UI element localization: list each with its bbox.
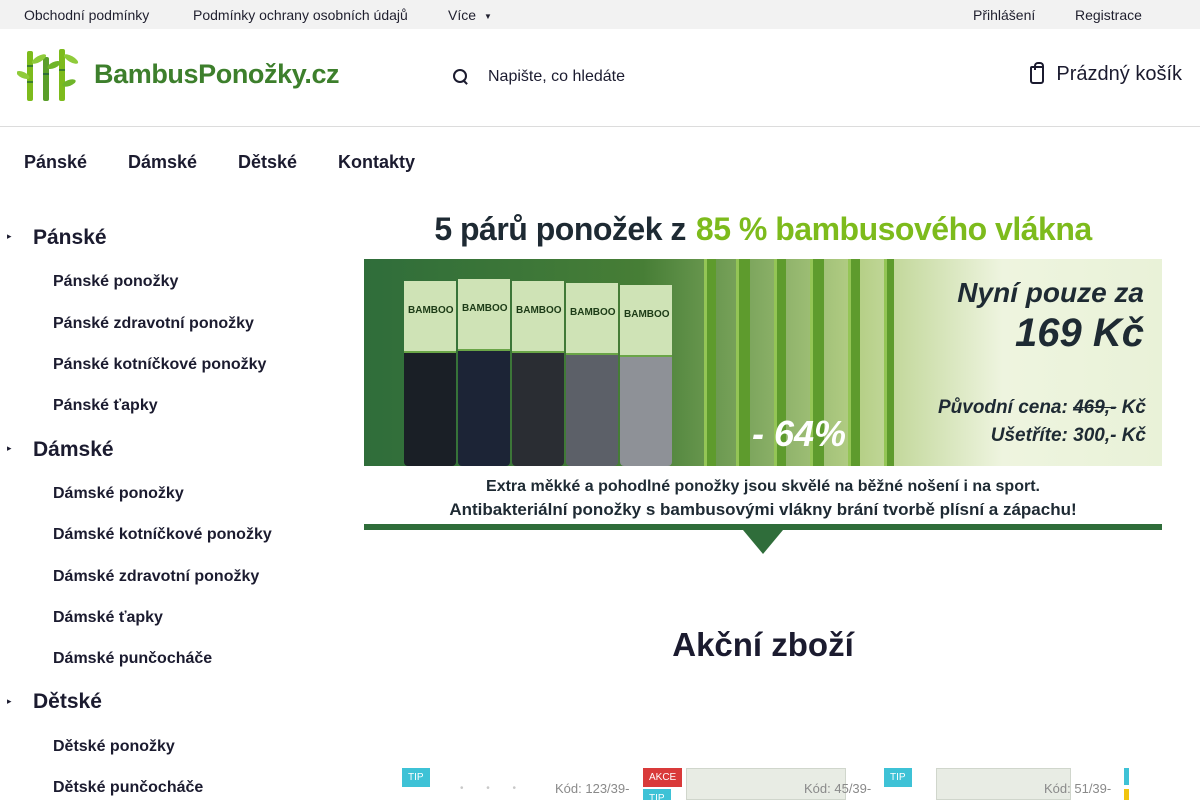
product-code: Kód: 123/39- xyxy=(555,781,630,796)
original-price-value: 469,- xyxy=(1073,397,1117,418)
price-now-label: Nyní pouze za xyxy=(957,277,1144,308)
top-bar: Obchodní podmínky Podmínky ochrany osobn… xyxy=(0,0,1200,29)
sock-pack-image: BAMBOO xyxy=(458,279,510,466)
sock-pack-image: BAMBOO xyxy=(566,283,618,466)
expand-icon[interactable]: ▸ xyxy=(7,231,12,242)
banner-arrow-icon xyxy=(743,530,783,554)
cart-label: Prázdný košík xyxy=(1056,63,1182,85)
category-sidebar: ▸ Pánské Pánské ponožky Pánské zdravotní… xyxy=(0,200,345,800)
tip-badge: TIP xyxy=(643,789,671,800)
product-code: Kód: 51/39- xyxy=(1044,781,1112,796)
more-label: Více xyxy=(448,7,477,23)
badge-edge xyxy=(1124,789,1129,800)
sidebar-category-damske[interactable]: Dámské xyxy=(33,438,114,462)
terms-link[interactable]: Obchodní podmínky xyxy=(24,7,149,23)
discount-badge: - 64% xyxy=(752,413,847,454)
sidebar-item-panske-tapky[interactable]: Pánské ťapky xyxy=(53,397,158,415)
price-now-value: 169 Kč xyxy=(1015,311,1144,355)
section-title-sale: Akční zboží xyxy=(672,626,854,663)
sock-pack-image: BAMBOO xyxy=(512,281,564,466)
cart-icon xyxy=(1030,61,1045,84)
expand-icon[interactable]: ▸ xyxy=(7,443,12,454)
sidebar-item-detske-ponozky[interactable]: Dětské ponožky xyxy=(53,738,175,756)
main-nav: Pánské Dámské Dětské Kontakty xyxy=(0,128,1200,194)
sidebar-item-detske-puncochace[interactable]: Dětské punčocháče xyxy=(53,779,203,797)
original-price-label: Původní cena: xyxy=(937,397,1068,418)
sock-pack-image: BAMBOO xyxy=(404,281,456,466)
sidebar-item-damske-puncochace[interactable]: Dámské punčocháče xyxy=(53,650,212,668)
sock-pack-image: BAMBOO xyxy=(620,285,672,466)
sidebar-item-panske-ponozky[interactable]: Pánské ponožky xyxy=(53,273,178,291)
sidebar-category-panske[interactable]: Pánské xyxy=(33,226,107,250)
sidebar-item-damske-ponozky[interactable]: Dámské ponožky xyxy=(53,485,184,503)
savings-text: Ušetříte: 300,- Kč xyxy=(990,425,1146,446)
login-link[interactable]: Přihlášení xyxy=(973,7,1035,23)
promo-banner[interactable]: 5 párů ponožek z 85 % bambusového vlákna… xyxy=(364,200,1162,555)
original-price-currency: Kč xyxy=(1121,397,1146,418)
sidebar-item-panske-kotnickove[interactable]: Pánské kotníčkové ponožky xyxy=(53,356,266,374)
tip-badge: TIP xyxy=(884,768,912,787)
privacy-link[interactable]: Podmínky ochrany osobních údajů xyxy=(193,7,408,23)
search-input[interactable]: Napište, co hledáte xyxy=(488,68,625,86)
sidebar-item-damske-zdravotni[interactable]: Dámské zdravotní ponožky xyxy=(53,568,259,586)
bamboo-logo-icon xyxy=(16,49,79,101)
banner-headline-part1: 5 párů ponožek z xyxy=(434,211,686,247)
sidebar-item-damske-tapky[interactable]: Dámské ťapky xyxy=(53,609,163,627)
sidebar-category-detske[interactable]: Dětské xyxy=(33,690,102,714)
thumbnail-placeholder: • • • xyxy=(460,783,527,794)
sidebar-item-panske-zdravotni[interactable]: Pánské zdravotní ponožky xyxy=(53,315,254,333)
cart-button[interactable]: Prázdný košík xyxy=(1030,61,1182,86)
bamboo-stalk xyxy=(704,259,716,466)
banner-footer-line1: Extra měkké a pohodlné ponožky jsou skvě… xyxy=(486,478,1040,495)
chevron-down-icon: ▼ xyxy=(484,12,492,21)
akce-badge: AKCE xyxy=(643,768,683,787)
banner-footer-line2: Antibakteriální ponožky s bambusovými vl… xyxy=(449,500,1077,519)
site-header: BambusPonožky.cz Napište, co hledáte Prá… xyxy=(0,29,1200,127)
original-price: Původní cena: 469,- Kč xyxy=(836,397,1146,419)
banner-product-panel: BAMBOO BAMBOO BAMBOO BAMBOO BAMBOO - 64%… xyxy=(364,259,1162,466)
banner-headline: 5 párů ponožek z 85 % bambusového vlákna xyxy=(364,200,1162,259)
nav-item-kontakty[interactable]: Kontakty xyxy=(338,152,415,173)
tip-badge: TIP xyxy=(402,768,430,787)
bamboo-stalk xyxy=(736,259,750,466)
search-box[interactable]: Napište, co hledáte xyxy=(450,63,750,91)
logo-text: BambusPonožky.cz xyxy=(94,59,340,89)
site-logo[interactable]: BambusPonožky.cz xyxy=(16,47,340,103)
product-code: Kód: 45/39- xyxy=(804,781,872,796)
banner-headline-part2: 85 % bambusového vlákna xyxy=(695,211,1092,247)
tip-badge-edge xyxy=(1124,768,1129,785)
expand-icon[interactable]: ▸ xyxy=(7,696,12,707)
nav-item-damske[interactable]: Dámské xyxy=(128,152,197,173)
nav-item-detske[interactable]: Dětské xyxy=(238,152,297,173)
search-icon[interactable] xyxy=(450,66,472,88)
more-menu[interactable]: Více ▼ xyxy=(448,7,492,23)
nav-item-panske[interactable]: Pánské xyxy=(24,152,87,173)
sidebar-item-damske-kotnickove[interactable]: Dámské kotníčkové ponožky xyxy=(53,526,272,544)
register-link[interactable]: Registrace xyxy=(1075,7,1142,23)
